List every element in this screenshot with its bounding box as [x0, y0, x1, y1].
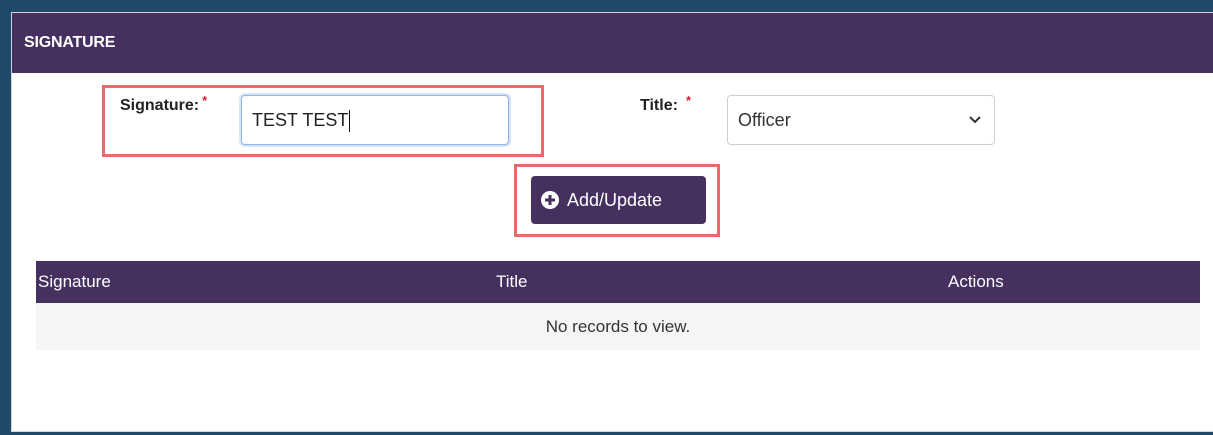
- column-header-actions[interactable]: Actions: [948, 261, 1004, 303]
- column-header-signature[interactable]: Signature: [38, 261, 111, 303]
- title-label: Title: *: [640, 93, 691, 115]
- signature-table: Signature Title Actions No records to vi…: [36, 261, 1200, 350]
- add-update-label: Add/Update: [567, 190, 663, 210]
- panel-title: SIGNATURE: [12, 13, 1213, 73]
- signature-panel: SIGNATURE Signature: * TEST TEST Title: * …: [11, 12, 1213, 432]
- plus-circle-icon: [541, 191, 559, 209]
- signature-label: Signature: *: [120, 93, 207, 115]
- add-update-button[interactable]: Add/Update: [531, 176, 706, 224]
- text-caret: [349, 110, 351, 133]
- column-header-title[interactable]: Title: [496, 261, 528, 303]
- table-header: Signature Title Actions: [36, 261, 1200, 303]
- signature-input[interactable]: TEST TEST: [241, 95, 509, 145]
- chevron-down-icon: [969, 116, 981, 124]
- signature-input-value: TEST TEST: [252, 110, 349, 130]
- title-select-value: Officer: [738, 110, 791, 130]
- title-label-text: Title:: [640, 97, 678, 114]
- empty-table-row: No records to view.: [36, 303, 1200, 350]
- signature-label-text: Signature:: [120, 97, 200, 114]
- empty-message: No records to view.: [545, 317, 691, 336]
- title-select[interactable]: Officer: [727, 95, 995, 145]
- title-required-mark: *: [685, 93, 691, 108]
- signature-required-mark: *: [202, 93, 208, 108]
